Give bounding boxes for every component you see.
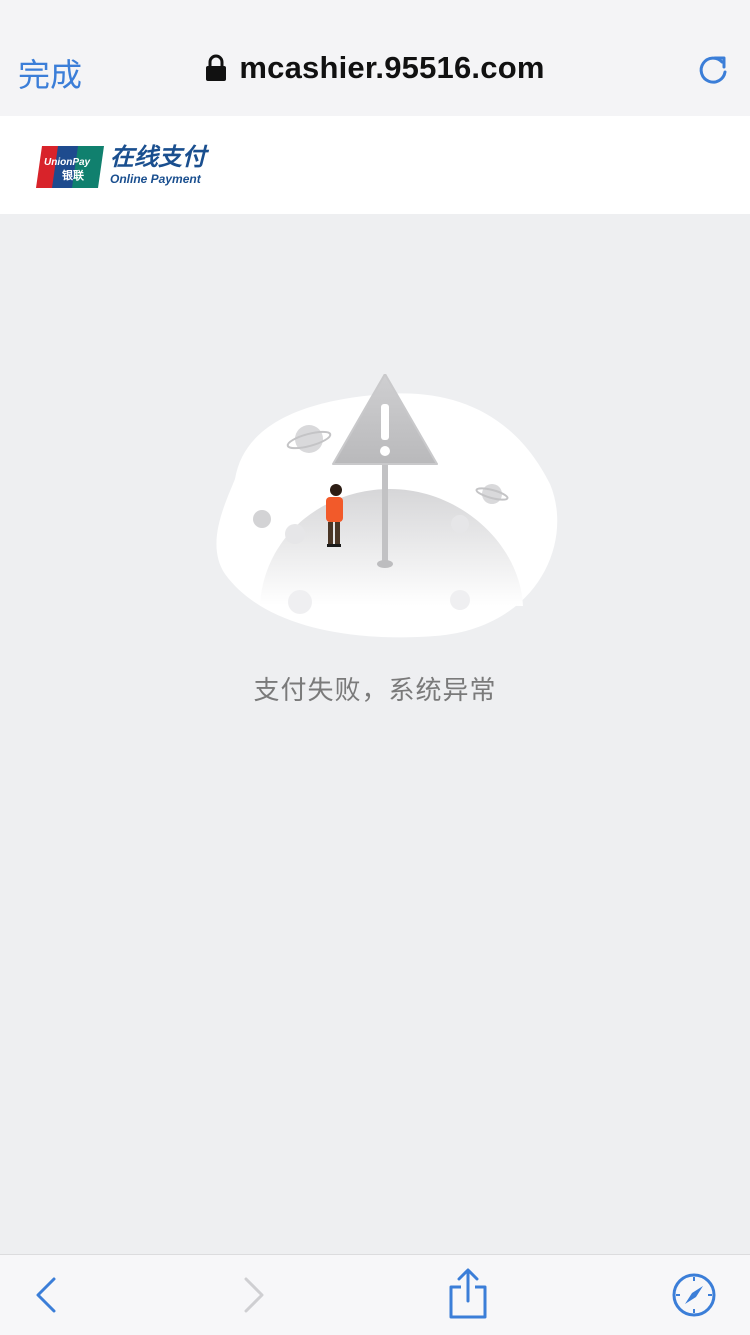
reload-icon[interactable] <box>694 52 732 90</box>
lock-icon <box>206 54 227 81</box>
address-bar[interactable]: mcashier.95516.com <box>0 50 750 92</box>
url-text: mcashier.95516.com <box>239 50 545 85</box>
forward-icon[interactable] <box>228 1271 276 1319</box>
error-message: 支付失败，系统异常 <box>253 676 497 706</box>
brand-header: UnionPay 银联 在线支付 Online Payment <box>0 116 750 214</box>
browser-bottom-toolbar <box>0 1254 750 1335</box>
error-illustration <box>216 374 558 638</box>
compass-icon[interactable] <box>670 1271 718 1319</box>
back-icon[interactable] <box>24 1271 72 1319</box>
address-bar-content: mcashier.95516.com <box>205 50 544 86</box>
brand-title: 在线支付 Online Payment <box>110 144 206 188</box>
brand-title-en: Online Payment <box>110 172 201 186</box>
brand-title-cn: 在线支付 <box>110 143 206 171</box>
share-icon[interactable] <box>444 1267 492 1321</box>
main-content: 支付失败，系统异常 <box>0 214 750 1254</box>
browser-top-bar: 完成 mcashier.95516.com <box>0 0 750 116</box>
unionpay-logo: UnionPay 银联 <box>36 146 104 188</box>
svg-text:银联: 银联 <box>62 168 84 182</box>
svg-text:UnionPay: UnionPay <box>44 157 91 168</box>
